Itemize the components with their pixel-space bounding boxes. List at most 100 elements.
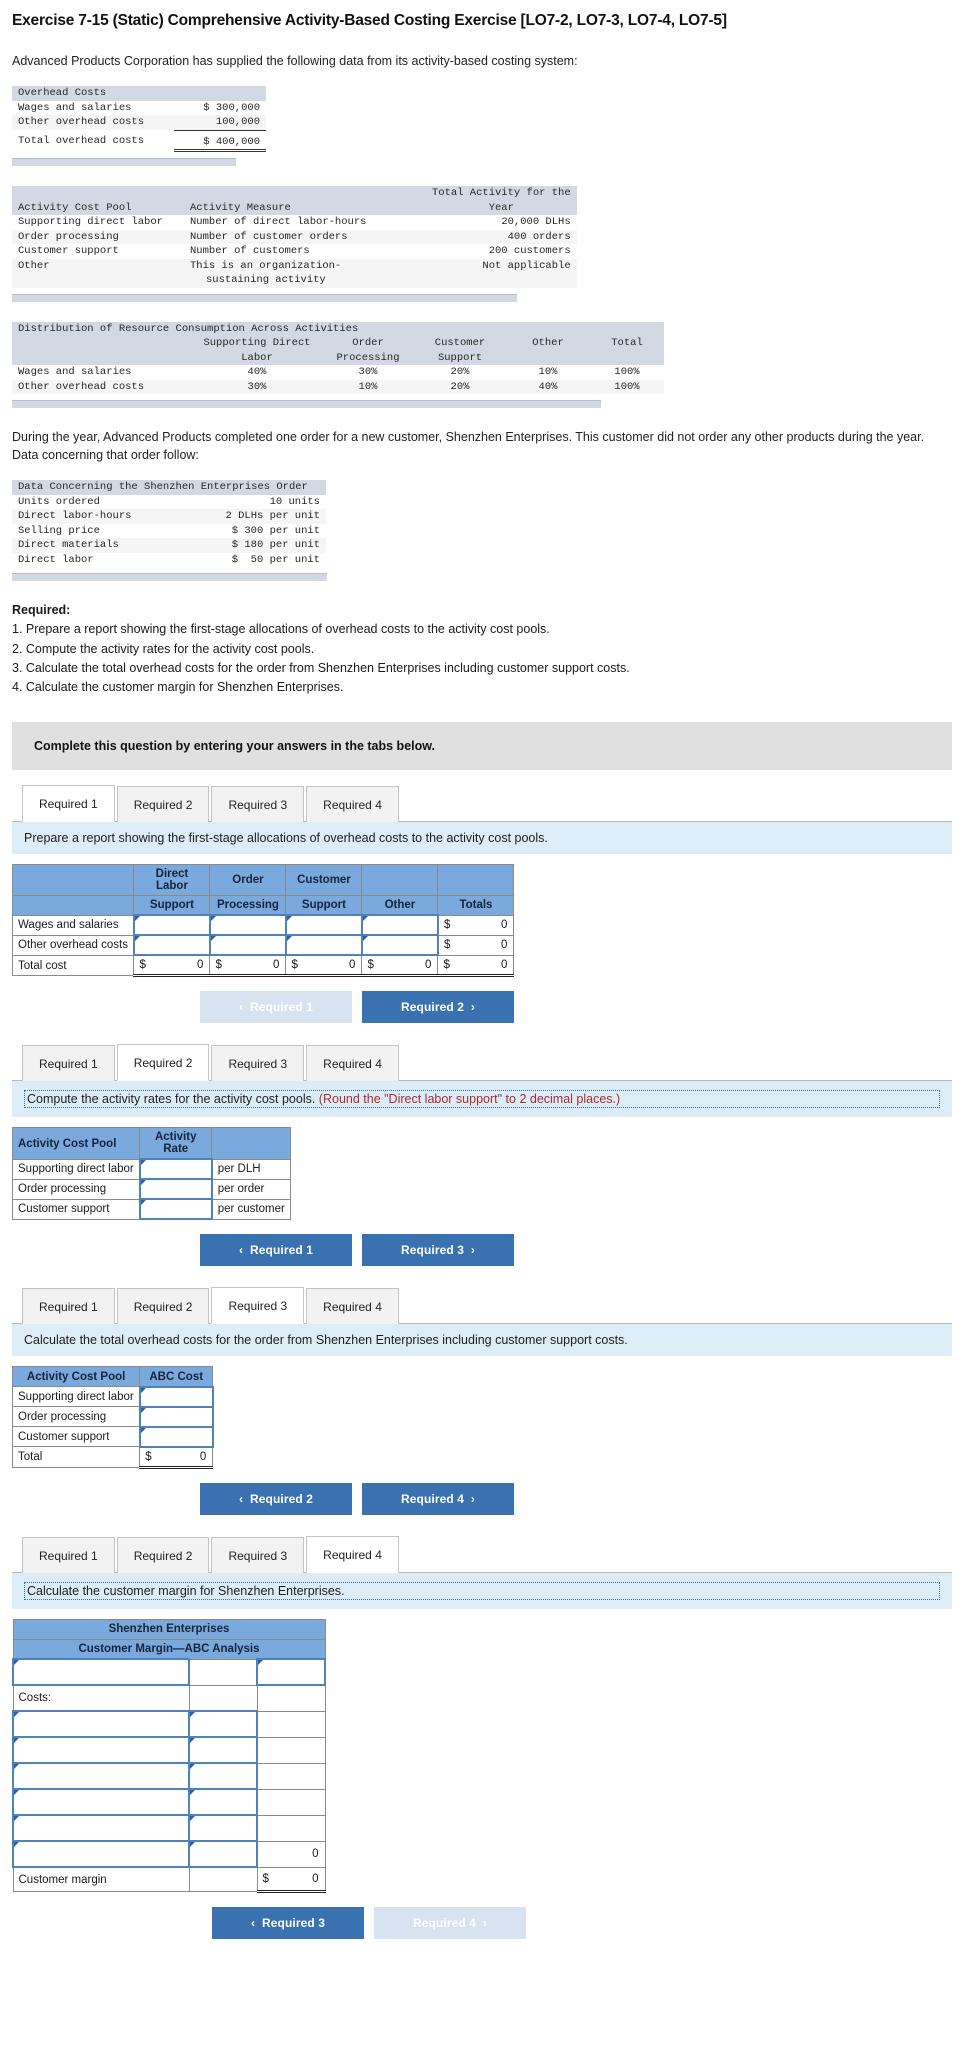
chevron-right-icon: › [470, 1000, 475, 1015]
prev-button-required-2[interactable]: ‹ Required 2 [200, 1482, 352, 1515]
next-button-required-3[interactable]: Required 3 › [362, 1234, 514, 1267]
total-activity-header-line1: Total Activity for the [426, 186, 577, 201]
row-label: Direct labor [18, 553, 94, 566]
input-rate-supporting-direct-labor[interactable] [138, 1158, 213, 1181]
prompt-required-1: Prepare a report showing the first-stage… [12, 821, 952, 854]
label: Required 4 [413, 1915, 477, 1930]
dollar-sign: $ [291, 959, 298, 972]
hdr-blank [11, 863, 135, 896]
required-section: Required: 1. Prepare a report showing th… [12, 603, 952, 696]
input-abc-order-processing[interactable] [138, 1405, 214, 1428]
pool-measure: Number of customer orders [184, 229, 426, 245]
input-wages-direct-labor[interactable] [132, 914, 211, 937]
dist-row-label: Wages and salaries [18, 366, 132, 379]
hdr-totals: Totals [437, 894, 515, 916]
dist-col-header: Supporting Direct [192, 336, 322, 351]
input-cost-label-2[interactable] [12, 1736, 190, 1765]
customer-margin-value: $0 [256, 1866, 326, 1893]
value: 0 [501, 939, 508, 952]
input-cost-label-3[interactable] [12, 1762, 190, 1791]
table-row: Order processing per order [11, 1178, 291, 1201]
table-header-row: Activity Cost Pool ABC Cost [11, 1366, 214, 1388]
nav-row-2: ‹ Required 1 Required 3 › [200, 1234, 952, 1267]
nav-row-3: ‹ Required 2 Required 4 › [200, 1482, 952, 1515]
nav-row-1: ‹ Required 1 Required 2 › [200, 991, 952, 1024]
row-value: 2 DLHs per unit [174, 509, 326, 524]
dist-value: 20% [414, 379, 506, 395]
input-cost-label-6[interactable] [12, 1840, 190, 1869]
dist-value: 10% [322, 379, 414, 395]
hdr-other: Other [361, 894, 439, 916]
prev-button-required-1[interactable]: ‹ Required 1 [200, 1234, 352, 1267]
label: Required 2 [401, 1000, 465, 1015]
tab-required-1[interactable]: Required 1 [22, 1536, 115, 1573]
row-label-supporting-direct-labor: Supporting direct labor [11, 1158, 141, 1180]
table-total-row: Total cost $0 $0 $0 $0 $0 [11, 954, 515, 978]
row-label-other-overhead: Other overhead costs [11, 934, 135, 956]
input-rate-customer-support[interactable] [138, 1198, 213, 1221]
input-cost-value-4[interactable] [188, 1788, 258, 1817]
input-other-customer-support[interactable] [284, 934, 363, 957]
input-abc-supporting-direct-labor[interactable] [138, 1385, 214, 1408]
row-value: 10 units [269, 495, 320, 508]
row-label-wages: Wages and salaries [11, 914, 135, 936]
input-other-direct-labor[interactable] [132, 934, 211, 957]
table-row [12, 1788, 326, 1817]
tab-required-3[interactable]: Required 3 [211, 1287, 305, 1325]
tab-required-3[interactable]: Required 3 [211, 1536, 305, 1573]
input-cost-label-1[interactable] [12, 1710, 190, 1739]
activity-pools-exhibit: Total Activity for the Activity Cost Poo… [12, 186, 952, 302]
value: 0 [349, 959, 356, 972]
dollar-sign: $ [443, 959, 450, 972]
input-cost-value-1[interactable] [188, 1710, 258, 1739]
hdr-blank3 [437, 863, 515, 896]
row-label-order-processing: Order processing [11, 1406, 141, 1428]
tab-required-4[interactable]: Required 4 [306, 1045, 399, 1082]
required-2-section: Required 1 Required 2 Required 3 Require… [11, 1043, 952, 1267]
tab-required-3[interactable]: Required 3 [211, 785, 305, 822]
input-cost-value-5[interactable] [188, 1814, 258, 1843]
input-other-order-processing[interactable] [208, 934, 287, 957]
tab-required-1[interactable]: Required 1 [22, 1288, 115, 1325]
prev-button-required-1[interactable]: ‹ Required 1 [200, 991, 352, 1024]
overhead-costs-table: Overhead Costs Wages and salaries $ 300,… [12, 86, 266, 153]
tab-required-4[interactable]: Required 4 [306, 1288, 399, 1325]
input-wages-order-processing[interactable] [208, 914, 287, 937]
tab-required-2[interactable]: Required 2 [116, 785, 210, 822]
next-button-required-4[interactable]: Required 4 › [362, 1482, 514, 1515]
next-button-required-2[interactable]: Required 2 › [362, 991, 514, 1024]
tab-required-2[interactable]: Required 2 [116, 1044, 210, 1082]
cell-blank [188, 1684, 258, 1712]
tab-required-3[interactable]: Required 3 [211, 1045, 305, 1082]
dollar-sign: $ [139, 959, 146, 972]
pool-name: Order processing [12, 229, 184, 245]
input-cost-value-6[interactable] [188, 1840, 258, 1869]
table-header-row-2: Support Processing Support Other Totals [11, 894, 515, 916]
value: 0 [312, 1848, 319, 1861]
next-button-required-4[interactable]: Required 4 › [374, 1906, 526, 1939]
input-rate-order-processing[interactable] [138, 1178, 213, 1201]
tab-required-1[interactable]: Required 1 [22, 1045, 115, 1082]
input-cost-label-5[interactable] [12, 1814, 190, 1843]
input-margin-label-1[interactable] [12, 1658, 190, 1687]
tab-required-4[interactable]: Required 4 [306, 1535, 399, 1573]
tab-required-2[interactable]: Required 2 [116, 1288, 210, 1325]
input-cost-label-4[interactable] [12, 1788, 190, 1817]
tab-required-1[interactable]: Required 1 [22, 784, 115, 822]
input-cost-value-3[interactable] [188, 1762, 258, 1791]
input-cost-value-2[interactable] [188, 1736, 258, 1765]
input-wages-other[interactable] [360, 914, 439, 937]
input-wages-customer-support[interactable] [284, 914, 363, 937]
table-row: Costs: [12, 1684, 326, 1712]
prev-button-required-3[interactable]: ‹ Required 3 [212, 1906, 364, 1939]
tab-required-2[interactable]: Required 2 [116, 1536, 210, 1573]
input-abc-customer-support[interactable] [138, 1425, 214, 1448]
dist-value: 40% [506, 379, 590, 395]
input-margin-value-1[interactable] [256, 1658, 326, 1687]
row-label-customer-margin: Customer margin [12, 1866, 190, 1892]
dist-value: 10% [538, 366, 558, 379]
tab-required-4[interactable]: Required 4 [306, 785, 399, 822]
row-label-customer-support: Customer support [11, 1198, 141, 1220]
input-other-other[interactable] [360, 934, 439, 957]
table-title-row-1: Shenzhen Enterprises [12, 1618, 326, 1640]
